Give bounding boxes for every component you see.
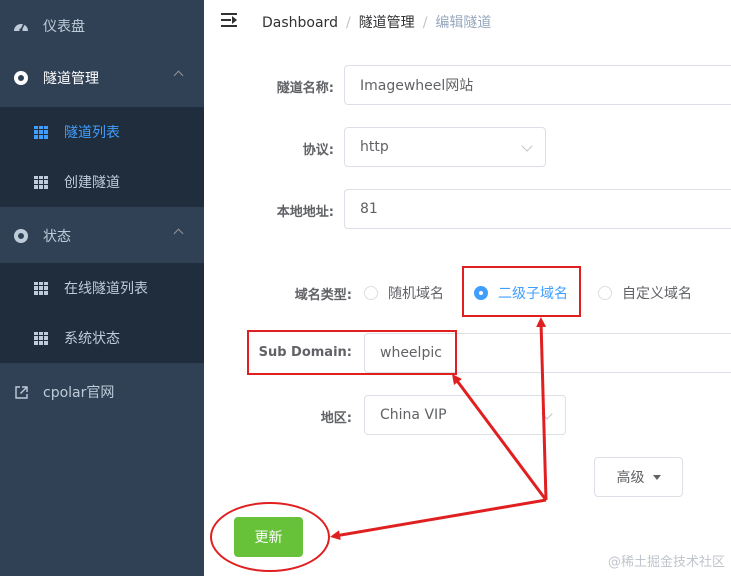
domain-type-label: 域名类型: (294, 288, 352, 303)
radio-label: 随机域名 (388, 286, 444, 302)
radio-label: 自定义域名 (622, 286, 692, 302)
chevron-up-icon (173, 70, 184, 81)
status-ring-icon (13, 228, 29, 244)
breadcrumb-separator: / (345, 15, 351, 31)
radio-random-domain[interactable]: 随机域名 (364, 283, 444, 303)
caret-down-icon (652, 474, 661, 480)
sidebar-item-system-status[interactable]: 系统状态 (0, 313, 204, 363)
local-address-input[interactable]: 81 (344, 189, 731, 229)
dashboard-gauge-icon (13, 18, 29, 34)
tunnel-name-label: 隧道名称: (276, 81, 334, 96)
protocol-label: 协议: (302, 143, 334, 158)
radio-custom-domain[interactable]: 自定义域名 (598, 283, 692, 303)
sidebar-item-label: 系统状态 (64, 331, 120, 347)
breadcrumb-home[interactable]: Dashboard (262, 15, 338, 31)
sidebar-item-label: 创建隧道 (64, 175, 120, 191)
region-select[interactable]: China VIP (364, 395, 566, 435)
sidebar-item-label: cpolar官网 (43, 385, 115, 401)
chevron-up-icon (173, 228, 184, 239)
submenu-status[interactable]: 状态 (0, 210, 204, 262)
sidebar-item-create-tunnel[interactable]: 创建隧道 (0, 157, 204, 207)
protocol-selected-value: http (360, 139, 389, 155)
advanced-button-label: 高级 (616, 470, 645, 486)
sidebar: 仪表盘 隧道管理 隧道列表 创建隧道 状态 在线隧道列表 系统状态 cpolar… (0, 0, 204, 576)
external-link-icon (13, 384, 29, 400)
breadcrumb: Dashboard / 隧道管理 / 编辑隧道 (262, 12, 491, 32)
submenu-tunnel-management[interactable]: 隧道管理 (0, 52, 204, 104)
tunnel-ring-icon (13, 70, 29, 86)
annotation-ellipse-update (210, 502, 330, 572)
sidebar-item-online-tunnels[interactable]: 在线隧道列表 (0, 263, 204, 313)
sidebar-item-label: 隧道列表 (64, 125, 120, 141)
region-label: 地区: (320, 411, 352, 426)
annotation-box-subdomain-radio (462, 266, 581, 317)
breadcrumb-current: 编辑隧道 (435, 15, 492, 31)
protocol-select[interactable]: http (344, 127, 546, 167)
grid-icon (34, 175, 48, 189)
sidebar-item-label: 仪表盘 (43, 19, 85, 35)
top-navbar: Dashboard / 隧道管理 / 编辑隧道 (204, 0, 731, 42)
local-address-label: 本地地址: (276, 205, 334, 220)
tunnel-name-input[interactable]: Imagewheel网站 (344, 65, 731, 105)
sidebar-item-cpolar-site[interactable]: cpolar官网 (0, 366, 204, 418)
grid-icon (34, 331, 48, 345)
sidebar-item-tunnel-list[interactable]: 隧道列表 (0, 107, 204, 157)
chevron-down-icon (521, 140, 533, 152)
grid-icon (34, 281, 48, 295)
submenu-label: 隧道管理 (43, 71, 99, 87)
breadcrumb-separator: / (422, 15, 428, 31)
radio-circle (364, 286, 378, 300)
breadcrumb-section[interactable]: 隧道管理 (359, 15, 415, 31)
region-selected-value: China VIP (380, 407, 447, 423)
chevron-down-icon (541, 408, 553, 420)
grid-icon (34, 125, 48, 139)
sidebar-item-label: 在线隧道列表 (64, 281, 148, 297)
radio-circle (598, 286, 612, 300)
hamburger-menu-icon[interactable] (221, 13, 237, 27)
submenu-label: 状态 (43, 229, 71, 245)
sidebar-item-dashboard[interactable]: 仪表盘 (0, 0, 204, 52)
watermark: @稀土掘金技术社区 (607, 555, 725, 570)
advanced-dropdown-button[interactable]: 高级 (594, 457, 683, 497)
annotation-box-subdomain-field (247, 330, 457, 375)
